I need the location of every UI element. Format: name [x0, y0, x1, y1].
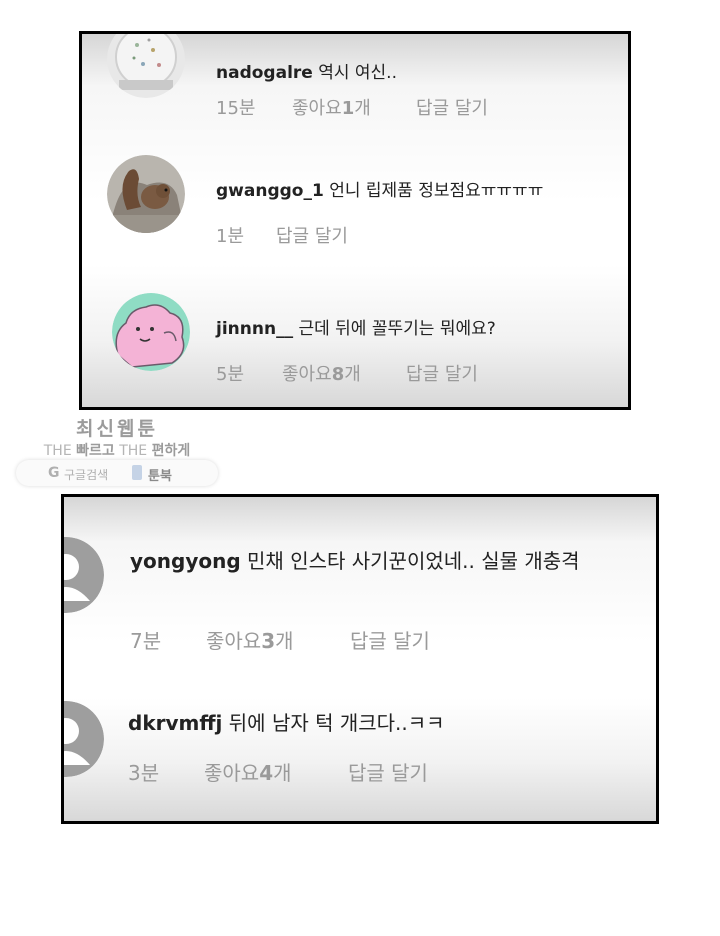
comment-username[interactable]: jinnnn__	[216, 319, 293, 339]
reply-button[interactable]: 답글 달기	[406, 360, 478, 386]
google-icon: G	[48, 465, 60, 481]
avatar[interactable]	[112, 293, 190, 371]
comment-username[interactable]: gwanggo_1	[216, 181, 324, 201]
plate-avatar-image	[107, 34, 185, 98]
reply-button[interactable]: 답글 달기	[348, 757, 428, 786]
cartoon-avatar-image	[112, 293, 190, 371]
comment-time: 5분	[216, 364, 245, 385]
reply-button[interactable]: 답글 달기	[416, 94, 488, 120]
default-user-icon	[64, 537, 104, 613]
comment-text: 언니 립제품 정보점요ㅠㅠㅠㅠ	[329, 181, 544, 201]
watermark-slogan: THE 빠르고 THE 편하게	[43, 443, 191, 459]
comment-username[interactable]: nadogalre	[216, 63, 313, 83]
avatar[interactable]	[64, 701, 104, 777]
watermark-title: 최신웹툰	[76, 418, 158, 440]
comment-likes[interactable]: 좋아요1개	[292, 94, 371, 120]
avatar[interactable]	[64, 537, 104, 613]
comment-username[interactable]: yongyong	[130, 549, 241, 573]
comment-time: 3분	[128, 761, 160, 785]
comment-likes[interactable]: 좋아요3개	[206, 625, 294, 654]
comment-time: 1분	[216, 226, 245, 247]
reply-button[interactable]: 답글 달기	[276, 222, 348, 248]
comment-text: 근데 뒤에 꼴뚜기는 뭐에요?	[298, 319, 496, 339]
book-icon	[132, 465, 142, 480]
comment-time: 15분	[216, 98, 256, 119]
comment-username[interactable]: dkrvmffj	[128, 711, 222, 735]
comment-item: yongyong 민채 인스타 사기꾼이었네.. 실물 개충격 7분 좋아요3개…	[64, 497, 656, 677]
comment-item: gwanggo_1 언니 립제품 정보점요ㅠㅠㅠㅠ 1분 답글 달기	[82, 152, 628, 252]
comment-item: nadogalre 역시 여신.. 15분 좋아요1개 답글 달기	[82, 34, 628, 134]
comment-likes[interactable]: 좋아요8개	[282, 360, 361, 386]
avatar[interactable]	[107, 155, 185, 233]
watermark-google-search: 구글검색	[64, 468, 109, 482]
comment-panel-bottom: yongyong 민채 인스타 사기꾼이었네.. 실물 개충격 7분 좋아요3개…	[61, 494, 659, 824]
comment-text: 뒤에 남자 턱 개크다..ㅋㅋ	[228, 711, 445, 735]
comment-text: 민채 인스타 사기꾼이었네.. 실물 개충격	[247, 549, 580, 573]
watermark-toonbook: 툰북	[148, 469, 172, 484]
comment-item: jinnnn__ 근데 뒤에 꼴뚜기는 뭐에요? 5분 좋아요8개 답글 달기	[82, 290, 628, 400]
reply-button[interactable]: 답글 달기	[350, 625, 430, 654]
toonbook-watermark: 최신웹툰 THE 빠르고 THE 편하게 G 구글검색 툰북	[14, 412, 220, 490]
squirrel-avatar-image	[107, 155, 185, 233]
watermark-pill: G 구글검색 툰북	[16, 460, 218, 486]
comment-likes[interactable]: 좋아요4개	[204, 757, 292, 786]
comment-time: 7분	[130, 629, 162, 653]
default-user-icon	[64, 701, 104, 777]
comment-item: dkrvmffj 뒤에 남자 턱 개크다..ㅋㅋ 3분 좋아요4개 답글 달기	[64, 681, 656, 821]
avatar[interactable]	[107, 34, 185, 98]
comment-text: 역시 여신..	[318, 63, 397, 83]
comment-panel-top: nadogalre 역시 여신.. 15분 좋아요1개 답글 달기 gwangg…	[79, 31, 631, 410]
